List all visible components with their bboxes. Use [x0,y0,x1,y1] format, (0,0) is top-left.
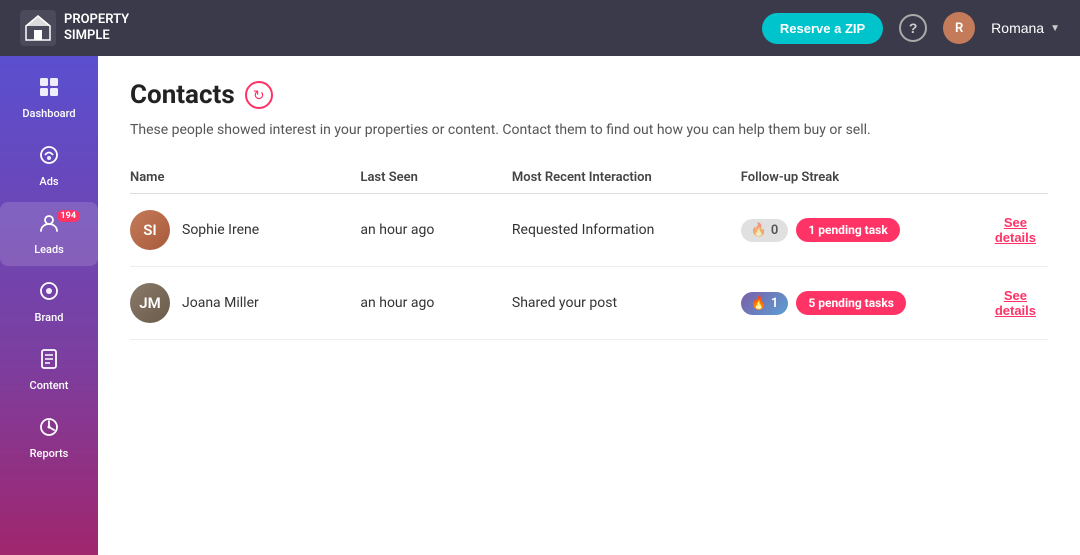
contact-name-cell: JM Joana Miller [130,267,360,340]
logo-text: PROPERTY SIMPLE [64,12,129,43]
user-menu-button[interactable]: Romana ▼ [991,20,1060,36]
contact-name-cell: SI Sophie Irene [130,194,360,267]
leads-badge: 194 [57,210,81,222]
action-cell: See details [995,267,1048,340]
streak-count: 1 [771,296,778,311]
most-recent-interaction: Requested Information [512,194,741,267]
streak-cell: 🔥 0 1 pending task [741,194,995,267]
sidebar-item-brand[interactable]: Brand [0,270,98,334]
avatar: JM [130,283,170,323]
contact-name: Sophie Irene [182,222,259,238]
streak-badge-active: 🔥 1 [741,292,789,315]
brand-icon [38,280,60,307]
col-header-interaction: Most Recent Interaction [512,162,741,194]
see-details-button[interactable]: See details [995,288,1036,318]
reserve-zip-button[interactable]: Reserve a ZIP [762,13,883,44]
sidebar-item-label: Content [30,379,69,392]
col-header-action [995,162,1048,194]
sidebar-item-ads[interactable]: Ads [0,134,98,198]
ads-icon [38,144,60,171]
most-recent-interaction: Shared your post [512,267,741,340]
sidebar-item-reports[interactable]: Reports [0,406,98,470]
sidebar-item-leads[interactable]: 194 Leads [0,202,98,266]
dashboard-icon [38,76,60,103]
main-content: Contacts ↻ These people showed interest … [98,56,1080,555]
sidebar: Dashboard Ads 194 Leads [0,56,98,555]
logo: PROPERTY SIMPLE [20,10,129,46]
page-title: Contacts [130,80,235,110]
pending-badge: 5 pending tasks [796,291,906,315]
page-subtitle: These people showed interest in your pro… [130,122,1048,138]
refresh-icon: ↻ [245,81,273,109]
sidebar-item-content[interactable]: Content [0,338,98,402]
col-header-streak: Follow-up Streak [741,162,995,194]
avatar: R [943,12,975,44]
action-cell: See details [995,194,1048,267]
flame-icon: 🔥 [751,223,767,238]
top-navigation: PROPERTY SIMPLE Reserve a ZIP ? R Romana… [0,0,1080,56]
flame-icon: 🔥 [751,296,767,311]
last-seen: an hour ago [360,267,511,340]
topnav-right: Reserve a ZIP ? R Romana ▼ [762,12,1060,44]
streak-badge: 🔥 0 [741,219,789,242]
contacts-table: Name Last Seen Most Recent Interaction F… [130,162,1048,340]
chevron-down-icon: ▼ [1050,23,1060,34]
col-header-lastseen: Last Seen [360,162,511,194]
sidebar-item-label: Brand [35,311,64,324]
sidebar-item-label: Reports [30,447,69,460]
sidebar-item-dashboard[interactable]: Dashboard [0,66,98,130]
table-row: SI Sophie Irene an hour ago Requested In… [130,194,1048,267]
last-seen: an hour ago [360,194,511,267]
table-row: JM Joana Miller an hour ago Shared your … [130,267,1048,340]
user-name: Romana [991,20,1044,36]
streak-cell: 🔥 1 5 pending tasks [741,267,995,340]
col-header-name: Name [130,162,360,194]
avatar: SI [130,210,170,250]
streak-count: 0 [771,223,778,238]
sidebar-item-label: Ads [39,175,58,188]
reports-icon [38,416,60,443]
sidebar-item-label: Leads [34,243,64,256]
refresh-button[interactable]: ↻ [245,81,273,109]
see-details-button[interactable]: See details [995,215,1036,245]
logo-icon [20,10,56,46]
help-button[interactable]: ? [899,14,927,42]
page-header: Contacts ↻ [130,80,1048,110]
contact-name: Joana Miller [182,295,259,311]
sidebar-item-label: Dashboard [22,107,75,120]
content-icon [38,348,60,375]
pending-badge: 1 pending task [796,218,899,242]
